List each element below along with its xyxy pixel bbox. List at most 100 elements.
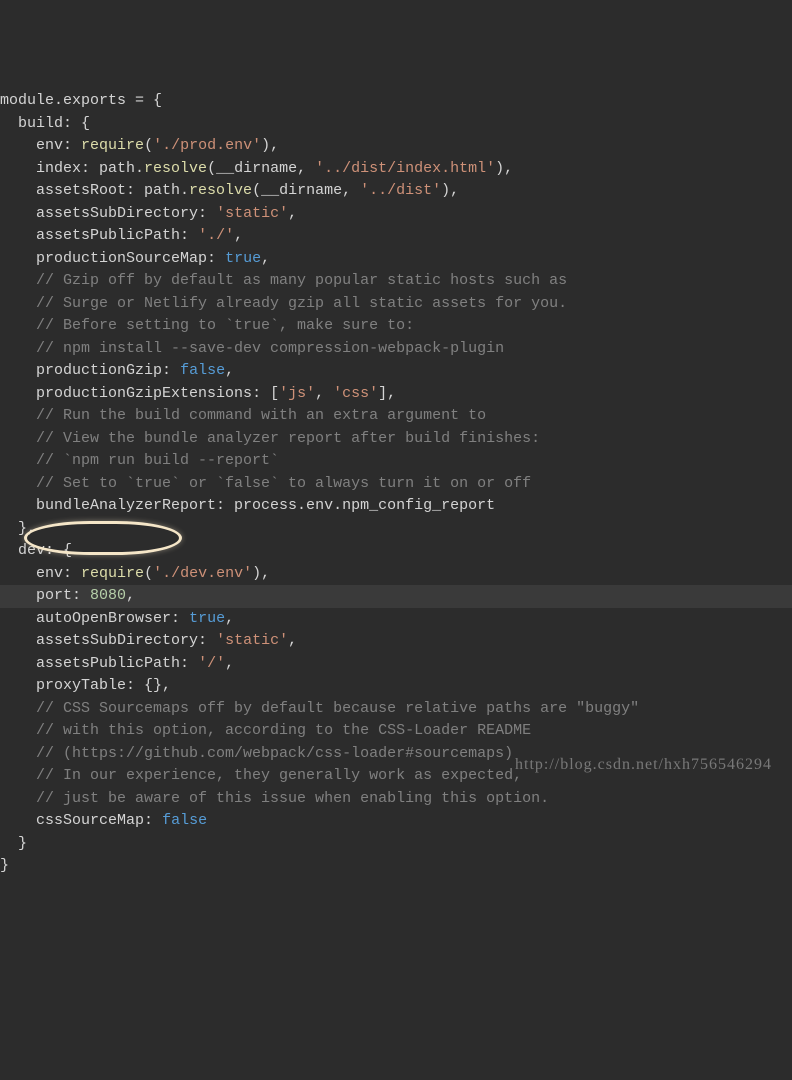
token-fn: require xyxy=(81,137,144,154)
token-num: 8080 xyxy=(90,587,126,604)
watermark-text: http://blog.csdn.net/hxh756546294 xyxy=(515,754,772,777)
token-bool: false xyxy=(162,812,207,829)
token-punct: : xyxy=(180,655,198,672)
token-ident: exports xyxy=(63,92,126,109)
token-comment: // just be aware of this issue when enab… xyxy=(36,790,549,807)
token-punct: : { xyxy=(63,115,90,132)
code-line[interactable]: assetsSubDirectory: 'static', xyxy=(0,630,792,653)
code-line[interactable]: productionGzipExtensions: ['js', 'css'], xyxy=(0,383,792,406)
token-comment: // Surge or Netlify already gzip all sta… xyxy=(36,295,567,312)
token-prop: env xyxy=(36,565,63,582)
token-prop: autoOpenBrowser xyxy=(36,610,171,627)
code-line[interactable]: bundleAnalyzerReport: process.env.npm_co… xyxy=(0,495,792,518)
code-line[interactable]: cssSourceMap: false xyxy=(0,810,792,833)
code-line[interactable]: // `npm run build --report` xyxy=(0,450,792,473)
token-str: 'js' xyxy=(279,385,315,402)
code-line[interactable]: // Surge or Netlify already gzip all sta… xyxy=(0,293,792,316)
token-prop: build xyxy=(18,115,63,132)
code-line[interactable]: module.exports = { xyxy=(0,90,792,113)
token-str: './' xyxy=(198,227,234,244)
code-line[interactable]: }, xyxy=(0,518,792,541)
token-punct: , xyxy=(288,205,297,222)
token-punct: , xyxy=(126,587,135,604)
code-line[interactable]: autoOpenBrowser: true, xyxy=(0,608,792,631)
token-punct: : {}, xyxy=(126,677,171,694)
token-punct: = { xyxy=(126,92,162,109)
token-punct: : xyxy=(162,362,180,379)
token-prop: env xyxy=(36,137,63,154)
token-bool: true xyxy=(189,610,225,627)
code-line[interactable]: // Run the build command with an extra a… xyxy=(0,405,792,428)
code-line[interactable]: productionGzip: false, xyxy=(0,360,792,383)
token-prop: index xyxy=(36,160,81,177)
token-punct: , xyxy=(225,610,234,627)
token-str: './prod.env' xyxy=(153,137,261,154)
token-comment: // Set to `true` or `false` to always tu… xyxy=(36,475,531,492)
code-line[interactable]: // Set to `true` or `false` to always tu… xyxy=(0,473,792,496)
token-prop: productionGzip xyxy=(36,362,162,379)
token-prop: assetsPublicPath xyxy=(36,227,180,244)
token-str: 'static' xyxy=(216,205,288,222)
token-punct: : xyxy=(144,812,162,829)
token-punct: : xyxy=(72,587,90,604)
token-prop: bundleAnalyzerReport xyxy=(36,497,216,514)
code-line[interactable]: assetsRoot: path.resolve(__dirname, '../… xyxy=(0,180,792,203)
token-punct: . xyxy=(54,92,63,109)
code-line[interactable]: env: require('./prod.env'), xyxy=(0,135,792,158)
token-ident: module xyxy=(0,92,54,109)
token-fn: resolve xyxy=(144,160,207,177)
code-line[interactable]: productionSourceMap: true, xyxy=(0,248,792,271)
token-punct: (__dirname, xyxy=(207,160,315,177)
code-line[interactable]: // with this option, according to the CS… xyxy=(0,720,792,743)
token-punct: : xyxy=(63,137,81,154)
token-comment: // with this option, according to the CS… xyxy=(36,722,531,739)
code-line[interactable]: // npm install --save-dev compression-we… xyxy=(0,338,792,361)
token-prop: port xyxy=(36,587,72,604)
code-line[interactable]: // Before setting to `true`, make sure t… xyxy=(0,315,792,338)
token-punct: ), xyxy=(261,137,279,154)
code-line[interactable]: assetsSubDirectory: 'static', xyxy=(0,203,792,226)
token-prop: assetsSubDirectory xyxy=(36,632,198,649)
token-str: '../dist' xyxy=(360,182,441,199)
token-punct: : [ xyxy=(252,385,279,402)
code-line[interactable]: } xyxy=(0,855,792,878)
code-line[interactable]: index: path.resolve(__dirname, '../dist/… xyxy=(0,158,792,181)
token-punct: , xyxy=(225,362,234,379)
code-line[interactable]: assetsPublicPath: './', xyxy=(0,225,792,248)
token-punct: , xyxy=(288,632,297,649)
token-punct: : xyxy=(207,250,225,267)
token-fn: require xyxy=(81,565,144,582)
code-line[interactable]: build: { xyxy=(0,113,792,136)
token-punct: : xyxy=(171,610,189,627)
token-prop: cssSourceMap xyxy=(36,812,144,829)
token-punct: : { xyxy=(45,542,72,559)
token-punct: : path. xyxy=(81,160,144,177)
token-punct: }, xyxy=(18,520,36,537)
token-prop: proxyTable xyxy=(36,677,126,694)
code-line[interactable]: // CSS Sourcemaps off by default because… xyxy=(0,698,792,721)
token-comment: // npm install --save-dev compression-we… xyxy=(36,340,504,357)
token-comment: // Before setting to `true`, make sure t… xyxy=(36,317,414,334)
token-punct: : xyxy=(180,227,198,244)
token-punct: : xyxy=(198,205,216,222)
token-punct: : xyxy=(63,565,81,582)
code-line[interactable]: proxyTable: {}, xyxy=(0,675,792,698)
token-prop: productionSourceMap xyxy=(36,250,207,267)
token-comment: // Run the build command with an extra a… xyxy=(36,407,486,424)
token-str: 'static' xyxy=(216,632,288,649)
code-line[interactable]: // Gzip off by default as many popular s… xyxy=(0,270,792,293)
token-comment: // View the bundle analyzer report after… xyxy=(36,430,540,447)
code-line[interactable]: // View the bundle analyzer report after… xyxy=(0,428,792,451)
token-str: '/' xyxy=(198,655,225,672)
code-line[interactable]: assetsPublicPath: '/', xyxy=(0,653,792,676)
token-punct: } xyxy=(18,835,27,852)
token-comment: // Gzip off by default as many popular s… xyxy=(36,272,567,289)
token-bool: false xyxy=(180,362,225,379)
token-punct: ), xyxy=(441,182,459,199)
token-prop: assetsRoot xyxy=(36,182,126,199)
code-line[interactable]: // just be aware of this issue when enab… xyxy=(0,788,792,811)
code-line[interactable]: } xyxy=(0,833,792,856)
code-line[interactable]: port: 8080, xyxy=(0,585,792,608)
code-line[interactable]: env: require('./dev.env'), xyxy=(0,563,792,586)
code-line[interactable]: dev: { xyxy=(0,540,792,563)
